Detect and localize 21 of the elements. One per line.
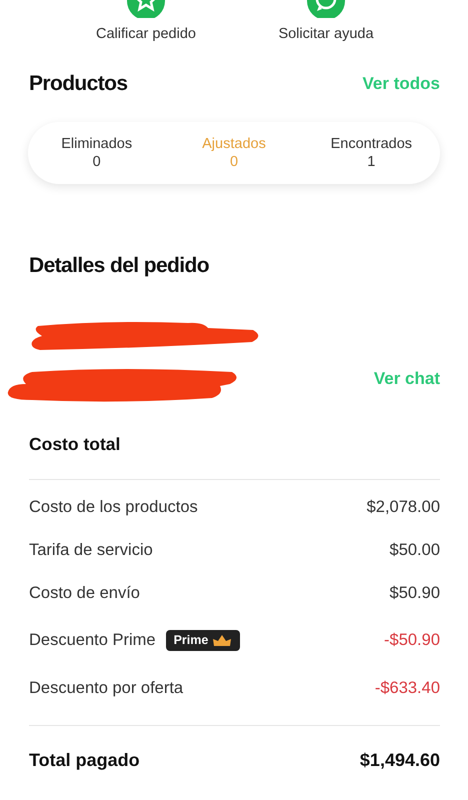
cost-label: Costo de los productos	[29, 498, 198, 517]
cost-amount: $50.00	[390, 541, 440, 560]
cost-amount: -$633.40	[374, 678, 440, 698]
action-label[interactable]: Calificar pedido	[96, 26, 196, 42]
cost-label: Costo de envío	[29, 584, 140, 603]
cost-label: Descuento Prime	[29, 630, 156, 650]
cost-amount: $2,078.00	[366, 498, 440, 517]
count-tab[interactable]: Encontrados 1	[302, 135, 440, 171]
cost-label: Tarifa de servicio	[29, 541, 153, 560]
section-title: Detalles del pedido	[29, 254, 209, 278]
crown-icon	[212, 634, 232, 646]
cost-amount: $50.90	[390, 584, 440, 603]
cost-label: Descuento por oferta	[29, 678, 184, 698]
cost-title: Costo total	[28, 433, 122, 455]
action-label[interactable]: Solicitar ayuda	[278, 26, 374, 42]
count-tab[interactable]: Eliminados 0	[28, 135, 166, 171]
total-label: Total pagado	[29, 750, 140, 771]
prime-badge: Prime	[166, 630, 240, 650]
total-amount: $1,494.60	[360, 750, 440, 771]
section-title: Productos	[29, 72, 128, 96]
cost-amount: -$50.90	[384, 630, 440, 650]
